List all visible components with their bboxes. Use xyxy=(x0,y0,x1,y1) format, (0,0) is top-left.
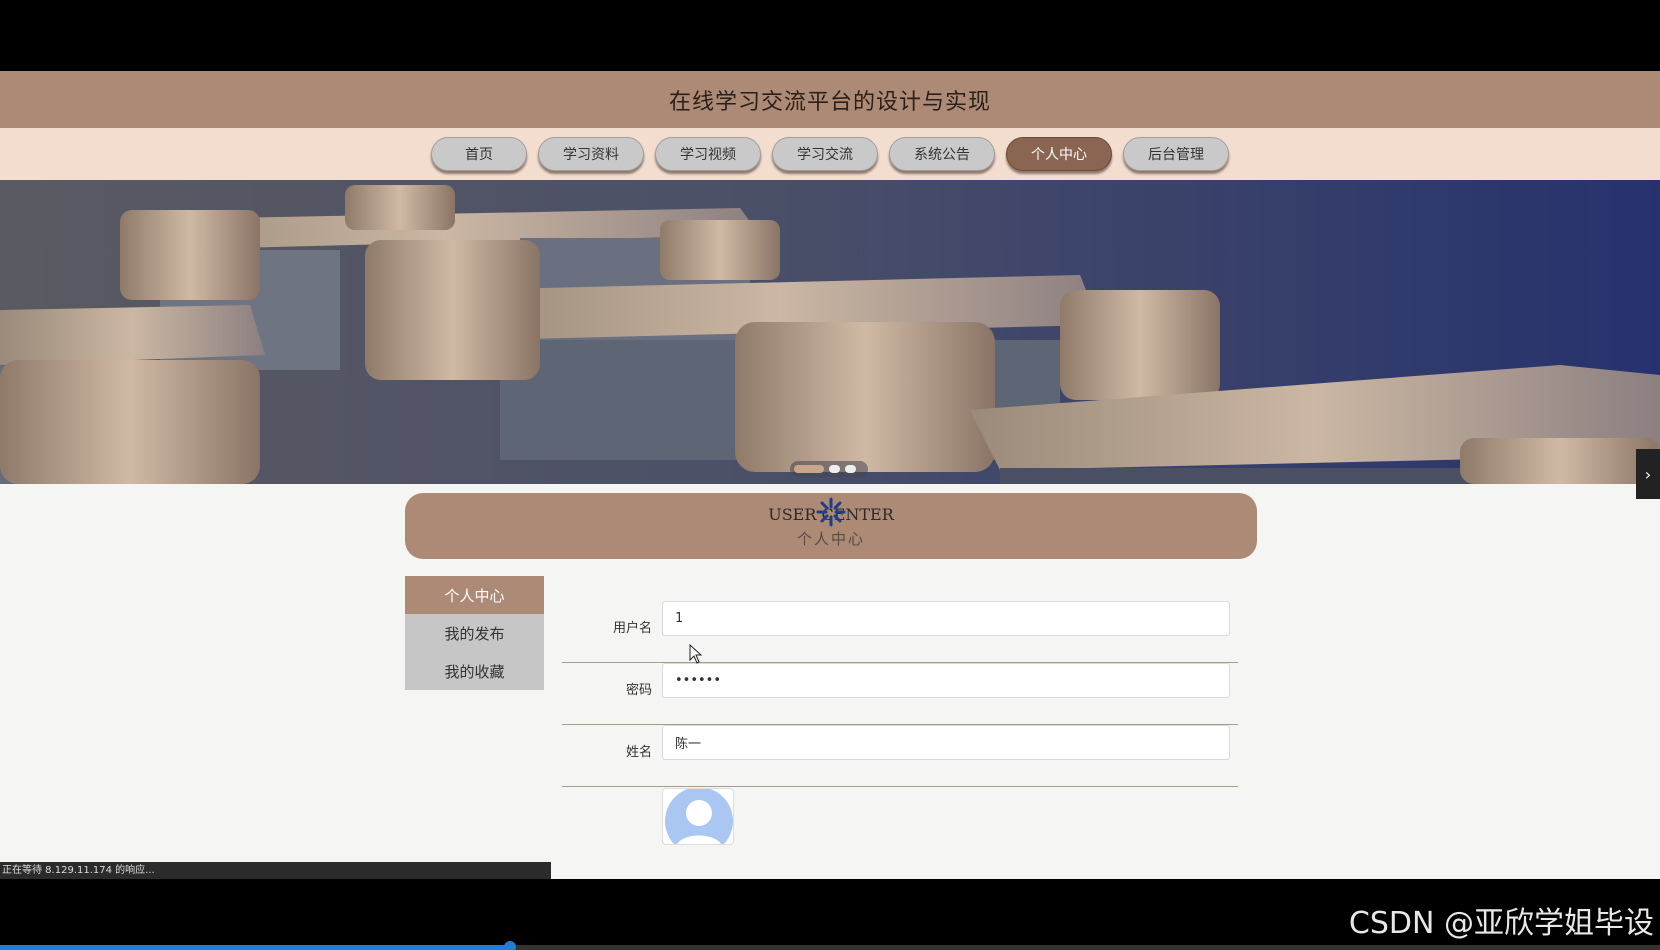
password-row: 密码 xyxy=(562,663,1238,725)
nav-study-materials[interactable]: 学习资料 xyxy=(538,137,644,171)
profile-form: 用户名 密码 姓名 xyxy=(562,601,1238,787)
user-side-menu: 个人中心 我的发布 我的收藏 xyxy=(405,576,544,690)
video-progress-fill xyxy=(0,945,510,950)
classroom-banner-image xyxy=(0,180,1660,484)
name-field[interactable] xyxy=(662,725,1230,760)
side-item-my-favorites[interactable]: 我的收藏 xyxy=(405,652,544,690)
nav-study-exchange[interactable]: 学习交流 xyxy=(772,137,878,171)
nav-home[interactable]: 首页 xyxy=(431,137,527,171)
password-label: 密码 xyxy=(625,683,652,698)
name-label: 姓名 xyxy=(625,745,652,760)
default-avatar-icon xyxy=(665,789,733,844)
video-progress-knob[interactable] xyxy=(503,941,516,950)
carousel-dot-1[interactable] xyxy=(794,465,824,473)
user-center-title-cn: 个人中心 xyxy=(796,530,865,548)
name-row: 姓名 xyxy=(562,725,1238,787)
username-label: 用户名 xyxy=(612,621,652,636)
web-page: 在线学习交流平台的设计与实现 首页 学习资料 学习视频 学习交流 系统公告 个人… xyxy=(0,71,1660,879)
carousel-dot-2[interactable] xyxy=(829,465,840,473)
carousel-dots xyxy=(790,461,868,477)
nav-user-center[interactable]: 个人中心 xyxy=(1006,137,1112,171)
loading-spinner-icon xyxy=(816,497,846,527)
video-top-black-bar xyxy=(0,0,1660,71)
carousel-next-arrow[interactable]: › xyxy=(1636,449,1660,499)
video-progress-bar[interactable] xyxy=(0,941,1660,950)
mouse-cursor-icon xyxy=(689,644,703,664)
side-item-user-center[interactable]: 个人中心 xyxy=(405,576,544,614)
site-title: 在线学习交流平台的设计与实现 xyxy=(668,89,991,115)
csdn-watermark: CSDN @亚欣学姐毕设 xyxy=(1348,906,1654,941)
carousel-dot-3[interactable] xyxy=(845,465,856,473)
browser-status-bar: 正在等待 8.129.11.174 的响应... xyxy=(0,862,551,879)
nav-announcements[interactable]: 系统公告 xyxy=(889,137,995,171)
side-item-my-posts[interactable]: 我的发布 xyxy=(405,614,544,652)
username-row: 用户名 xyxy=(562,601,1238,663)
nav-study-videos[interactable]: 学习视频 xyxy=(655,137,761,171)
main-nav: 首页 学习资料 学习视频 学习交流 系统公告 个人中心 后台管理 xyxy=(0,128,1660,180)
banner-carousel[interactable] xyxy=(0,180,1660,484)
username-field[interactable] xyxy=(662,601,1230,636)
password-field[interactable] xyxy=(662,663,1230,698)
site-header: 在线学习交流平台的设计与实现 xyxy=(0,71,1660,128)
avatar-upload[interactable] xyxy=(662,788,734,845)
nav-admin[interactable]: 后台管理 xyxy=(1123,137,1229,171)
